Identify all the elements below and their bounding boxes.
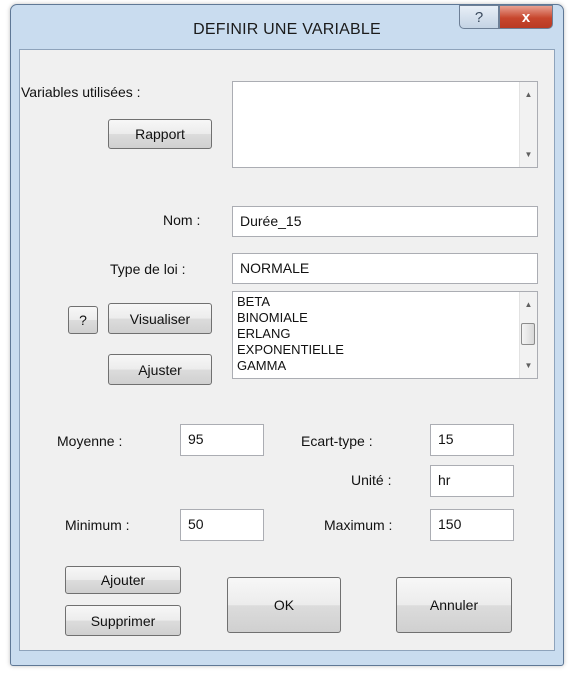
help-title-button[interactable]: ? [459,5,499,29]
variables-list-scrollbar[interactable]: ▲ ▼ [519,82,537,167]
dialog-window: DEFINIR UNE VARIABLE ? x Variables utili… [10,4,564,666]
delete-button[interactable]: Supprimer [65,605,181,636]
max-label: Maximum : [324,517,393,533]
mean-label: Moyenne : [57,433,123,449]
scroll-down-icon[interactable]: ▼ [520,146,537,163]
law-type-label: Type de loi : [110,261,186,277]
view-button[interactable]: Visualiser [108,303,212,334]
distribution-list[interactable]: BETA BINOMIALE ERLANG EXPONENTIELLE GAMMA ▲ … [232,291,538,379]
max-field[interactable]: 150 [430,509,514,541]
name-field[interactable]: Durée_15 [232,206,538,237]
distribution-option[interactable]: BINOMIALE [233,310,537,326]
min-label: Minimum : [65,517,130,533]
distribution-help-button[interactable]: ? [68,306,98,334]
stddev-label: Ecart-type : [301,433,373,449]
dialog-body: Variables utilisées : Rapport ▲ ▼ Nom : … [19,49,555,651]
name-label: Nom : [163,212,201,228]
distribution-list-scrollbar[interactable]: ▲ ▼ [519,292,537,378]
close-button[interactable]: x [499,5,553,29]
report-button[interactable]: Rapport [108,119,212,149]
mean-field[interactable]: 95 [180,424,264,456]
scroll-up-icon[interactable]: ▲ [520,86,537,103]
cancel-button[interactable]: Annuler [396,577,512,633]
distribution-option[interactable]: EXPONENTIELLE [233,342,537,358]
min-field[interactable]: 50 [180,509,264,541]
unit-field[interactable]: hr [430,465,514,497]
stddev-field[interactable]: 15 [430,424,514,456]
close-icon: x [521,8,531,26]
unit-label: Unité : [351,472,392,488]
scroll-down-icon[interactable]: ▼ [520,357,537,374]
distribution-option[interactable]: BETA [233,294,537,310]
variables-used-label: Variables utilisées : [21,84,141,100]
scrollbar-thumb[interactable] [521,323,535,345]
distribution-options: BETA BINOMIALE ERLANG EXPONENTIELLE GAMMA [233,294,537,374]
distribution-option[interactable]: GAMMA [233,358,537,374]
question-mark-icon: ? [474,8,484,26]
title-bar[interactable]: DEFINIR UNE VARIABLE ? x [11,5,563,49]
variables-used-list[interactable]: ▲ ▼ [232,81,538,168]
law-type-field[interactable]: NORMALE [232,253,538,284]
distribution-option[interactable]: ERLANG [233,326,537,342]
add-button[interactable]: Ajouter [65,566,181,594]
scroll-up-icon[interactable]: ▲ [520,296,537,313]
fit-button[interactable]: Ajuster [108,354,212,385]
ok-button[interactable]: OK [227,577,341,633]
